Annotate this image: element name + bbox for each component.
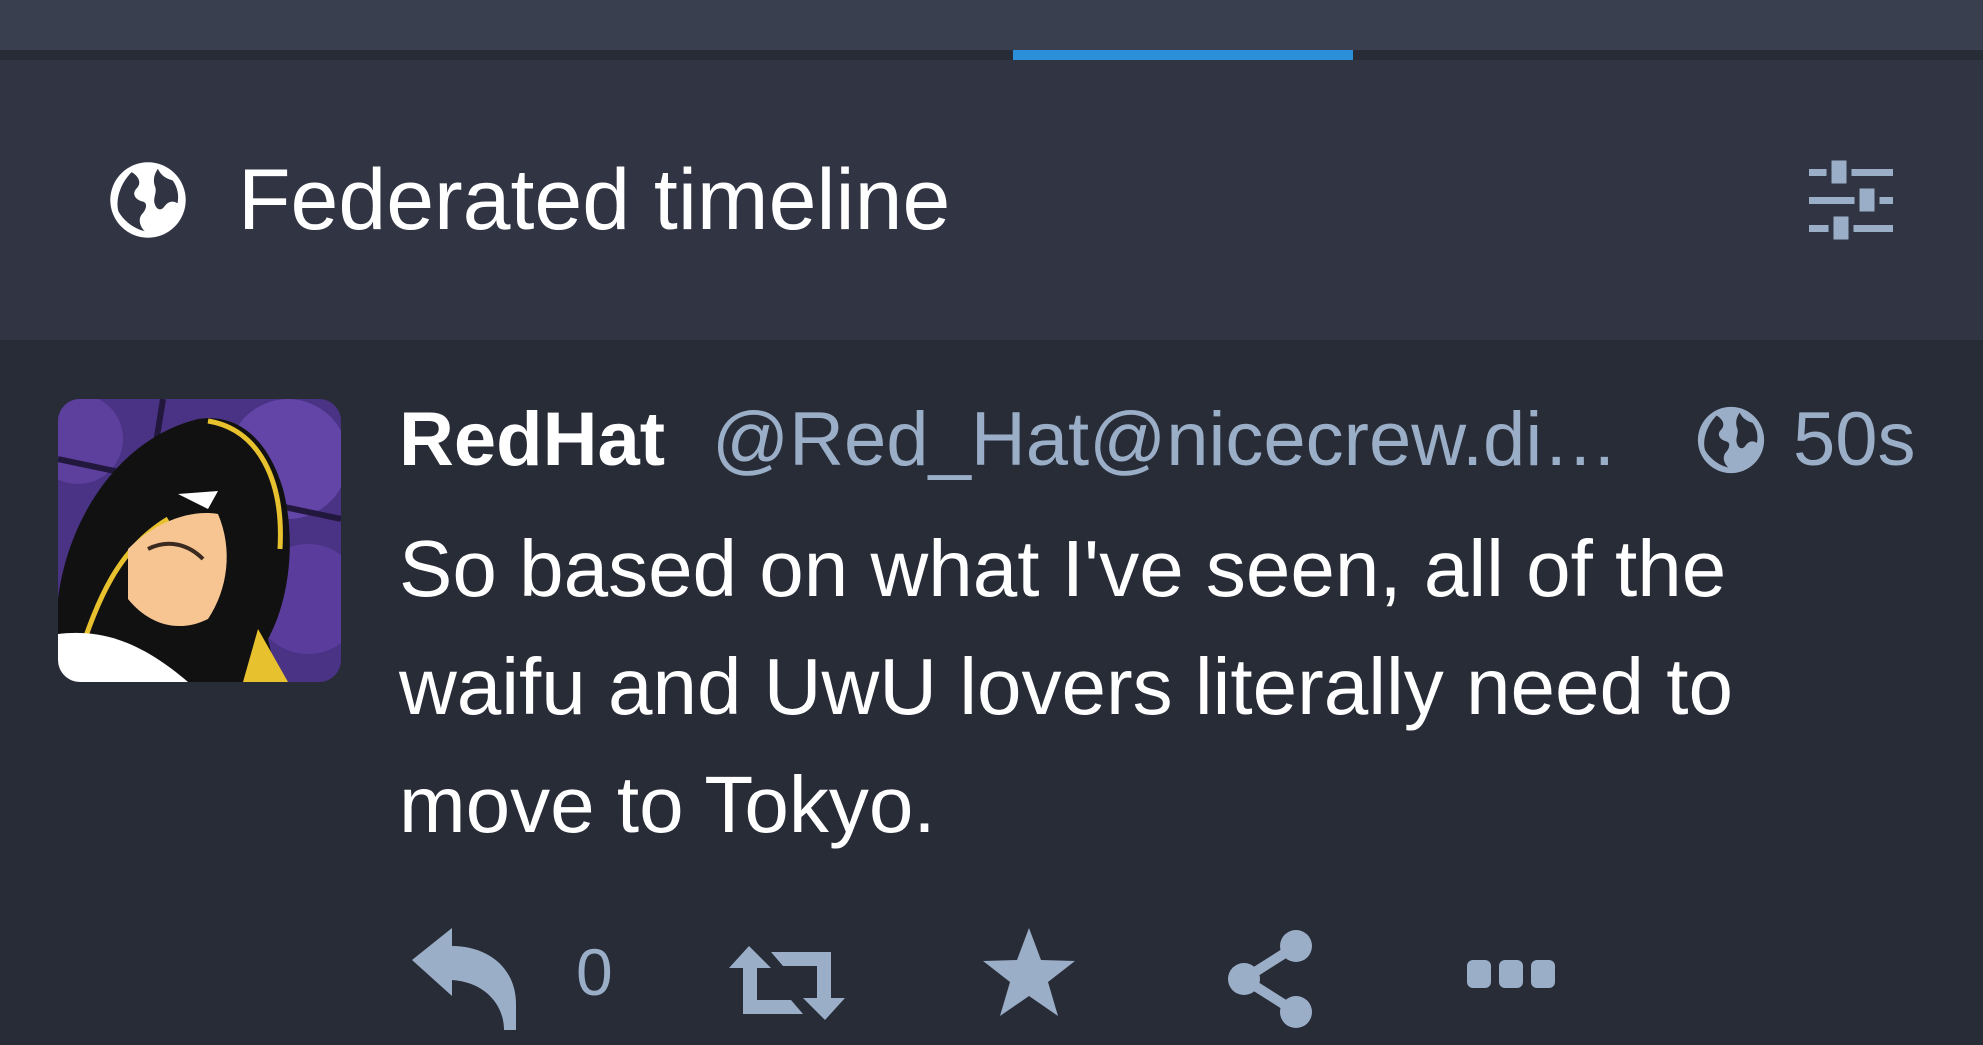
sliders-icon[interactable]	[1805, 155, 1897, 247]
reply-icon[interactable]	[408, 924, 520, 1034]
globe-icon	[1697, 406, 1765, 474]
retweet-icon[interactable]	[727, 938, 847, 1028]
status-timestamp[interactable]: 50s	[1793, 395, 1916, 485]
account-handle[interactable]: @Red_Hat@nicecrew.di…	[712, 395, 1618, 485]
top-tab-strip	[0, 0, 1983, 50]
avatar[interactable]	[58, 399, 341, 682]
reply-count: 0	[576, 935, 613, 1009]
status-content: So based on what I've seen, all of the w…	[399, 524, 1733, 849]
ellipsis-icon[interactable]	[1465, 956, 1557, 992]
star-icon[interactable]	[978, 924, 1080, 1024]
column-title: Federated timeline	[238, 152, 951, 248]
active-tab-indicator	[1013, 50, 1353, 60]
share-icon[interactable]	[1224, 928, 1316, 1030]
status-action-bar: 0	[0, 910, 1983, 1045]
globe-icon	[110, 162, 186, 238]
display-name[interactable]: RedHat	[399, 395, 665, 485]
